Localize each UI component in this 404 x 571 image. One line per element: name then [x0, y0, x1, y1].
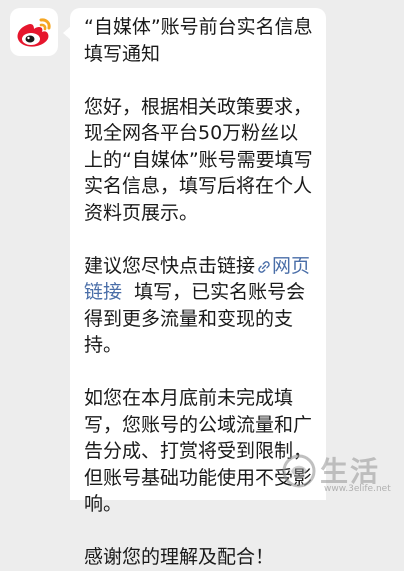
- paragraph-2-line-2: 链接 填写，已实名账号会: [84, 279, 326, 306]
- paragraph-1-line-5: 资料页展示。: [84, 201, 199, 224]
- paragraph-3-line-3: 告分成、打赏将受到限制，: [84, 440, 313, 462]
- paragraph-2-line-4: 持。: [84, 334, 123, 356]
- paragraph-2-line-1: 建议您尽快点击链接 网页: [84, 253, 326, 280]
- weibo-avatar[interactable]: [10, 8, 58, 56]
- paragraph-2-prefix: 建议您尽快点击链接: [84, 254, 256, 277]
- paragraph-3-line-1: 如您在本月底前未完成填: [84, 387, 294, 409]
- watermark-text: 生活: [320, 455, 381, 488]
- closing-text: 感谢您的理解及配合！: [84, 546, 275, 568]
- link-icon: [258, 260, 270, 273]
- watermark-url: www.3elife.net: [324, 484, 391, 494]
- paragraph-3-line-2: 写，您账号的公域流量和广: [84, 413, 313, 436]
- message-title-line-2: 填写通知: [84, 42, 161, 65]
- paragraph-3-line-5: 响。: [84, 493, 123, 515]
- paragraph-3-line-4: 但账号基础功能使用不受影: [84, 466, 313, 489]
- paragraph-2-line-3: 得到更多流量和变现的支: [84, 307, 294, 330]
- paragraph-1-line-4: 实名信息，填写后将在个人: [84, 175, 313, 197]
- web-link-text-2[interactable]: 链接: [84, 281, 122, 303]
- message-bubble: “自媒体”账号前台实名信息 填写通知 您好，根据相关政策要求， 现全网各平台50…: [63, 8, 326, 568]
- weibo-logo-icon: [17, 18, 51, 47]
- message-title-line-1: “自媒体”账号前台实名信息: [84, 16, 313, 38]
- paragraph-1-line-3: 上的“自媒体”账号需要填写: [84, 148, 313, 171]
- web-link[interactable]: 网页: [255, 255, 310, 277]
- paragraph-1-line-1: 您好，根据相关政策要求，: [84, 95, 313, 118]
- paragraph-1-line-2: 现全网各平台50万粉丝以: [84, 122, 299, 144]
- paragraph-2-suffix: 填写，已实名账号会: [122, 281, 306, 303]
- web-link-text-1: 网页: [272, 254, 311, 277]
